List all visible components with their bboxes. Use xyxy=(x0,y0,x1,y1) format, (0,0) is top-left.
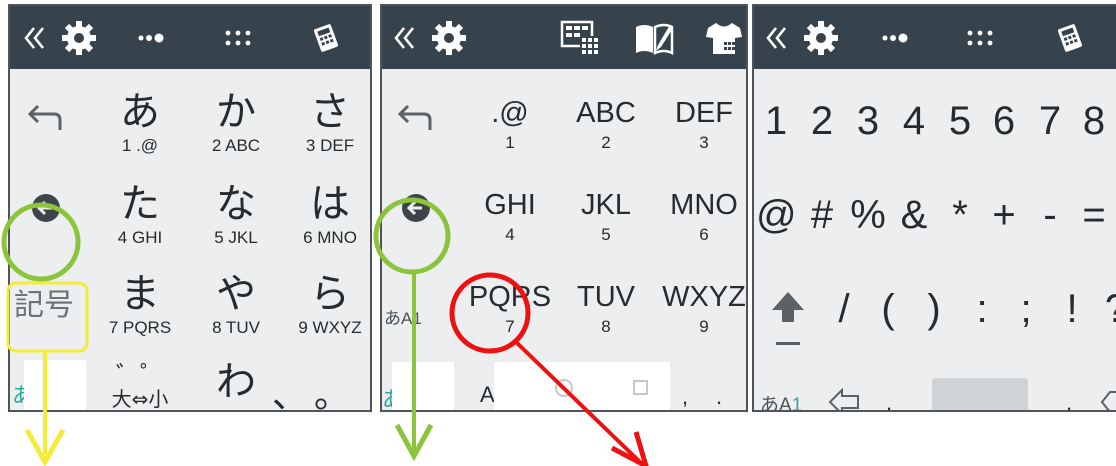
key-a[interactable]: あ 1 .@ xyxy=(90,90,190,156)
keypad-grid-icon[interactable] xyxy=(556,6,604,69)
calculator-icon[interactable] xyxy=(1050,6,1090,69)
key-digit-7[interactable]: 7 xyxy=(1030,98,1070,144)
dakuten-sub-label: 大⇔小 xyxy=(111,387,169,411)
obscuring-overlay xyxy=(392,362,454,410)
keyboard-toolbar xyxy=(382,6,746,69)
dots-toggle-icon[interactable] xyxy=(128,6,176,69)
gear-icon[interactable] xyxy=(798,6,844,69)
key-digit-8[interactable]: 8 xyxy=(1074,98,1114,144)
punct-comma[interactable]: , xyxy=(682,384,688,410)
key-ampersand[interactable]: & xyxy=(894,192,934,238)
key-1[interactable]: .@ 1 xyxy=(460,96,560,152)
undo-icon[interactable] xyxy=(24,102,68,140)
key-digit-6[interactable]: 6 xyxy=(984,98,1024,144)
key-9[interactable]: WXYZ 9 xyxy=(654,280,746,336)
punct-period[interactable]: . xyxy=(716,384,722,410)
kana-keyboard-panel: 記号 あ あ 1 .@ か 2 ABC さ 3 DEF た 4 GHI な 5 … xyxy=(8,4,372,412)
nav-buttons-icon xyxy=(555,379,648,397)
key-digit-3[interactable]: 3 xyxy=(848,98,888,144)
keyboard-toolbar xyxy=(10,6,370,69)
key-ya[interactable]: や 8 TUV xyxy=(186,272,286,338)
gear-icon[interactable] xyxy=(426,6,472,69)
input-mode-key[interactable]: あA1 xyxy=(760,390,802,410)
nav-bar-overlay xyxy=(494,362,670,410)
input-mode-key[interactable]: あA1 xyxy=(384,304,422,329)
arrow-left-icon[interactable] xyxy=(828,387,860,410)
key-digit-4[interactable]: 4 xyxy=(894,98,934,144)
key-question[interactable]: ? xyxy=(1096,286,1116,332)
key-digit-5[interactable]: 5 xyxy=(940,98,980,144)
dictionary-icon[interactable] xyxy=(630,6,678,69)
dots-toggle-icon[interactable] xyxy=(872,6,920,69)
grid-dots-icon[interactable] xyxy=(956,6,1004,69)
latin-keyboard-panel: あA1 .@ 1 ABC 2 DEF 3 GHI 4 JKL 5 MNO 6 PQRS 7 T… xyxy=(380,4,748,412)
green-arrow-head xyxy=(394,423,434,462)
key-0-fragment[interactable]: A xyxy=(480,382,495,408)
key-ma[interactable]: ま 7 PQRS xyxy=(90,272,190,338)
key-digit-1[interactable]: 1 xyxy=(756,98,796,144)
backspace-icon[interactable] xyxy=(1100,388,1116,410)
key-wa[interactable]: わ xyxy=(186,360,286,404)
yellow-arrow-head xyxy=(24,428,66,466)
key-dakuten[interactable]: ゛゜ 大⇔小 xyxy=(90,362,190,410)
keyboard-toolbar xyxy=(754,6,1116,69)
key-na[interactable]: な 5 JKL xyxy=(186,182,286,248)
key-hash[interactable]: # xyxy=(802,192,842,238)
cursor-left-icon[interactable] xyxy=(400,192,432,228)
key-6[interactable]: MNO 6 xyxy=(654,188,746,244)
key-7[interactable]: PQRS 7 xyxy=(460,280,560,336)
gear-icon[interactable] xyxy=(56,6,102,69)
key-slash[interactable]: / xyxy=(824,286,864,332)
key-2[interactable]: ABC 2 xyxy=(556,96,656,152)
collapse-icon[interactable] xyxy=(760,6,794,69)
key-ka[interactable]: か 2 ABC xyxy=(186,90,286,156)
key-punctuation[interactable]: 、。 xyxy=(272,366,370,410)
symbol-key[interactable]: 記号 xyxy=(14,280,74,324)
key-exclamation[interactable]: ! xyxy=(1052,286,1092,332)
key-8[interactable]: TUV 8 xyxy=(556,280,656,336)
collapse-icon[interactable] xyxy=(388,6,422,69)
key-open-paren[interactable]: ( xyxy=(868,286,908,332)
key-equals[interactable]: = xyxy=(1074,192,1114,238)
key-percent[interactable]: % xyxy=(848,192,888,238)
number-symbol-keyboard-panel: 1 2 3 4 5 6 7 8 @ # % & * + - = / ( ) : … xyxy=(752,4,1116,412)
key-3[interactable]: DEF 3 xyxy=(654,96,746,152)
key-semicolon[interactable]: ; xyxy=(1006,286,1046,332)
dakuten-label: ゛゜ xyxy=(116,361,164,389)
key-colon[interactable]: : xyxy=(962,286,1002,332)
key-ha[interactable]: は 6 MNO xyxy=(280,182,370,248)
key-plus[interactable]: + xyxy=(984,192,1024,238)
key-ra[interactable]: ら 9 WXYZ xyxy=(280,272,370,338)
key-ta[interactable]: た 4 GHI xyxy=(90,182,190,248)
key-4[interactable]: GHI 4 xyxy=(460,188,560,244)
grid-dots-icon[interactable] xyxy=(214,6,262,69)
red-arrow-head xyxy=(610,431,649,466)
key-close-paren[interactable]: ) xyxy=(914,286,954,332)
shift-icon[interactable] xyxy=(770,288,806,352)
undo-icon[interactable] xyxy=(394,102,438,140)
space-key[interactable] xyxy=(932,378,1028,410)
collapse-icon[interactable] xyxy=(18,6,52,69)
key-at[interactable]: @ xyxy=(756,192,797,238)
calculator-icon[interactable] xyxy=(306,6,346,69)
key-dot-right[interactable]: . xyxy=(1066,390,1072,410)
shirt-icon[interactable] xyxy=(700,6,746,69)
key-sa[interactable]: さ 3 DEF xyxy=(280,90,370,156)
key-digit-2[interactable]: 2 xyxy=(802,98,842,144)
key-5[interactable]: JKL 5 xyxy=(556,188,656,244)
key-minus[interactable]: - xyxy=(1030,192,1070,238)
key-asterisk[interactable]: * xyxy=(940,192,980,238)
obscuring-overlay xyxy=(24,360,86,410)
cursor-left-icon[interactable] xyxy=(30,192,62,228)
key-dot-left[interactable]: . xyxy=(886,390,892,410)
